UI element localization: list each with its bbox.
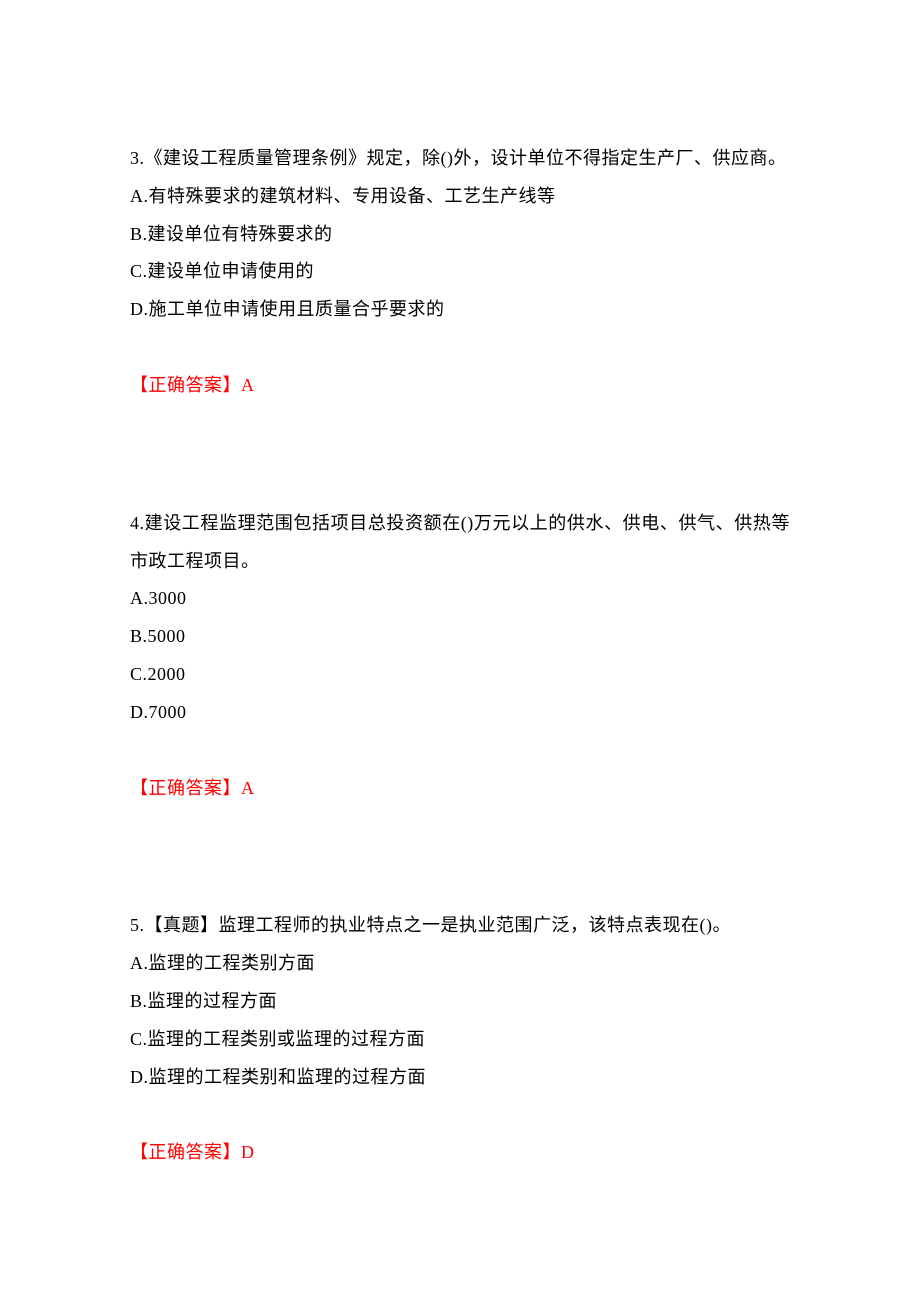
option-a: A.3000 xyxy=(130,580,790,618)
option-c: C.2000 xyxy=(130,656,790,694)
answer-label: 【正确答案】 xyxy=(130,778,241,798)
option-b: B.5000 xyxy=(130,618,790,656)
question-stem: 建设工程监理范围包括项目总投资额在()万元以上的供水、供电、供气、供热等市政工程… xyxy=(130,513,790,571)
option-b: B.建设单位有特殊要求的 xyxy=(130,216,790,254)
option-c: C.建设单位申请使用的 xyxy=(130,253,790,291)
question-text: 5.【真题】监理工程师的执业特点之一是执业范围广泛，该特点表现在()。 xyxy=(130,907,790,945)
question-number: 5. xyxy=(130,915,145,935)
question-block-4: 4.建设工程监理范围包括项目总投资额在()万元以上的供水、供电、供气、供热等市政… xyxy=(130,505,790,808)
question-number: 4. xyxy=(130,513,145,533)
question-block-5: 5.【真题】监理工程师的执业特点之一是执业范围广泛，该特点表现在()。 A.监理… xyxy=(130,907,790,1172)
answer-value: D xyxy=(241,1142,255,1162)
answer-label: 【正确答案】 xyxy=(130,375,241,395)
answer-line: 【正确答案】A xyxy=(130,770,790,808)
option-a: A.有特殊要求的建筑材料、专用设备、工艺生产线等 xyxy=(130,178,790,216)
option-d: D.7000 xyxy=(130,694,790,732)
question-stem: 《建设工程质量管理条例》规定，除()外，设计单位不得指定生产厂、供应商。 xyxy=(145,148,787,168)
option-b: B.监理的过程方面 xyxy=(130,983,790,1021)
question-text: 4.建设工程监理范围包括项目总投资额在()万元以上的供水、供电、供气、供热等市政… xyxy=(130,505,790,581)
answer-line: 【正确答案】A xyxy=(130,367,790,405)
answer-value: A xyxy=(241,375,255,395)
option-d: D.施工单位申请使用且质量合乎要求的 xyxy=(130,291,790,329)
question-text: 3.《建设工程质量管理条例》规定，除()外，设计单位不得指定生产厂、供应商。 xyxy=(130,140,790,178)
option-a: A.监理的工程类别方面 xyxy=(130,945,790,983)
option-d: D.监理的工程类别和监理的过程方面 xyxy=(130,1059,790,1097)
answer-label: 【正确答案】 xyxy=(130,1142,241,1162)
question-number: 3. xyxy=(130,148,145,168)
answer-value: A xyxy=(241,778,255,798)
question-block-3: 3.《建设工程质量管理条例》规定，除()外，设计单位不得指定生产厂、供应商。 A… xyxy=(130,140,790,405)
option-c: C.监理的工程类别或监理的过程方面 xyxy=(130,1021,790,1059)
question-stem: 【真题】监理工程师的执业特点之一是执业范围广泛，该特点表现在()。 xyxy=(145,915,732,935)
answer-line: 【正确答案】D xyxy=(130,1134,790,1172)
